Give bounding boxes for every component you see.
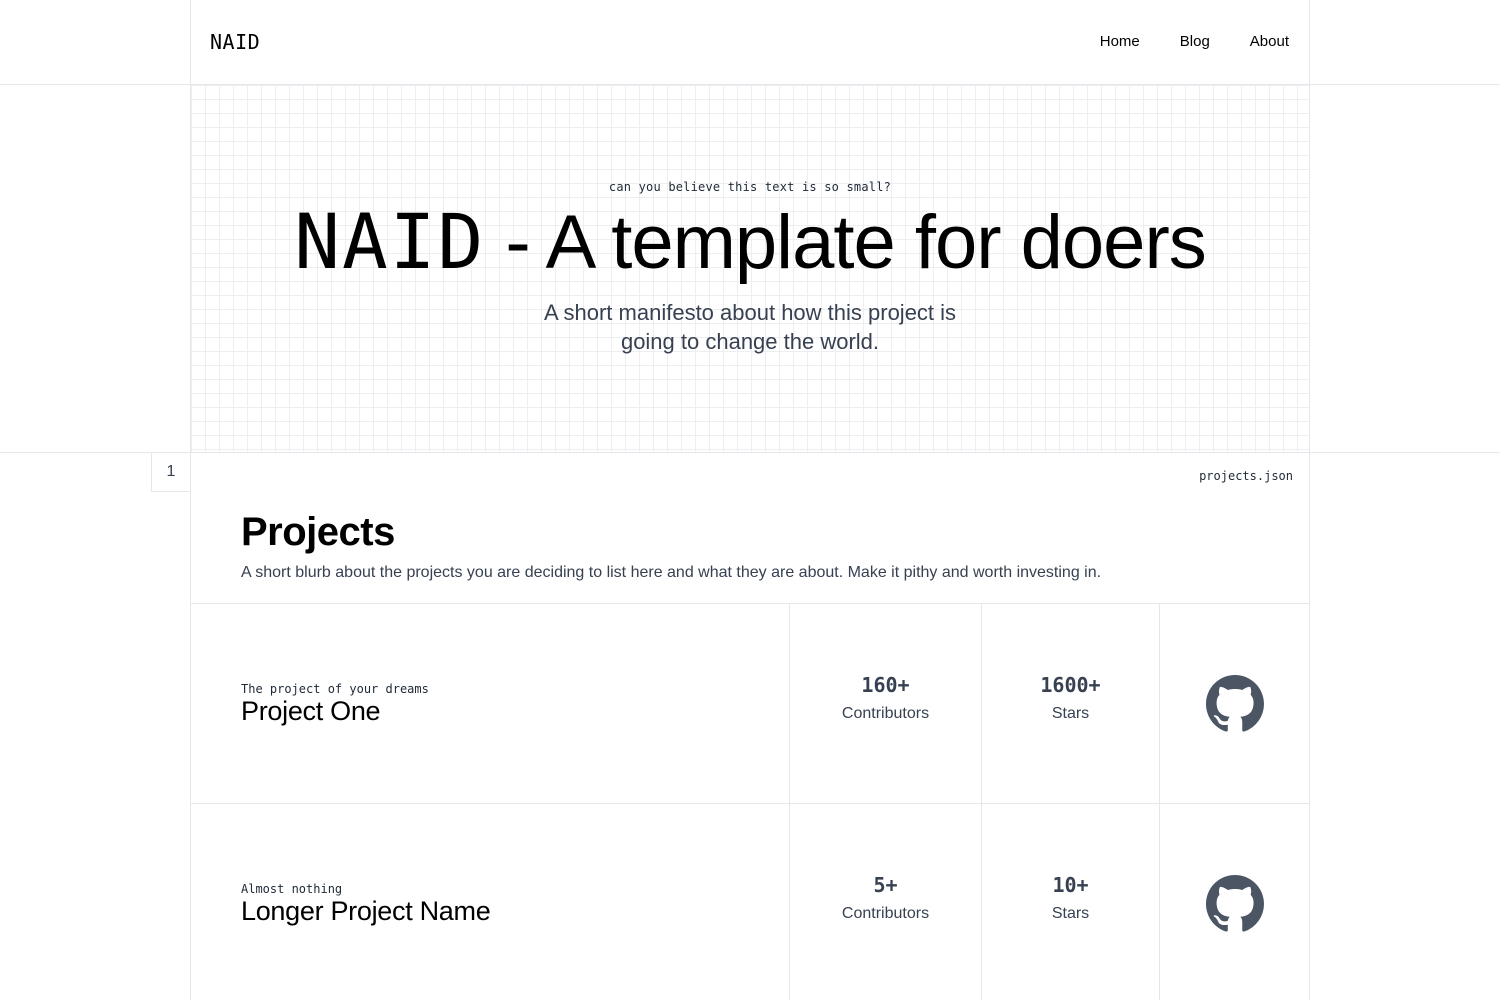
- hero-section: can you believe this text is so small? N…: [191, 85, 1309, 452]
- contributors-label: Contributors: [841, 905, 930, 922]
- github-link-cell: [1159, 804, 1309, 1000]
- project-tagline: Almost nothing: [241, 882, 343, 896]
- main-nav: Home Blog About: [1100, 33, 1289, 50]
- project-name-cell: The project of your dreams Project One: [191, 604, 789, 804]
- project-name: Project One: [241, 696, 381, 726]
- contributors-stat: 5+ Contributors: [789, 804, 981, 1000]
- nav-home-link[interactable]: Home: [1100, 33, 1140, 50]
- contributors-count: 160+: [861, 673, 910, 697]
- file-label: projects.json: [1199, 469, 1293, 483]
- project-row: Almost nothing Longer Project Name 5+ Co…: [191, 803, 1309, 1000]
- stars-label: Stars: [1051, 705, 1090, 722]
- contributors-stat: 160+ Contributors: [789, 604, 981, 804]
- section-number: 1: [151, 453, 191, 492]
- github-link-cell: [1159, 604, 1309, 804]
- github-icon[interactable]: [1205, 875, 1264, 933]
- hero-title-brand: NAID: [294, 197, 486, 286]
- projects-blurb: A short blurb about the projects you are…: [241, 564, 1102, 581]
- hero-subtitle: A short manifesto about how this project…: [543, 300, 957, 354]
- project-name-cell: Almost nothing Longer Project Name: [191, 804, 789, 1000]
- stars-stat: 10+ Stars: [981, 804, 1159, 1000]
- contributors-label: Contributors: [841, 705, 930, 722]
- stars-label: Stars: [1051, 905, 1090, 922]
- project-row: The project of your dreams Project One 1…: [191, 603, 1309, 804]
- stars-stat: 1600+ Stars: [981, 604, 1159, 804]
- stars-count: 1600+: [1040, 673, 1101, 697]
- contributors-count: 5+: [873, 873, 898, 897]
- hero-title-rest: - A template for doers: [485, 200, 1206, 285]
- hero-title: NAID - A template for doers: [191, 197, 1309, 286]
- project-name: Longer Project Name: [241, 896, 491, 926]
- nav-about-link[interactable]: About: [1250, 33, 1289, 50]
- project-tagline: The project of your dreams: [241, 682, 429, 696]
- stars-count: 10+: [1052, 873, 1089, 897]
- nav-blog-link[interactable]: Blog: [1180, 33, 1210, 50]
- hero-divider: [0, 452, 1500, 453]
- hero-kicker: can you believe this text is so small?: [608, 180, 892, 194]
- site-logo[interactable]: NAID: [210, 30, 260, 54]
- projects-heading: Projects: [241, 510, 395, 554]
- github-icon[interactable]: [1205, 675, 1264, 733]
